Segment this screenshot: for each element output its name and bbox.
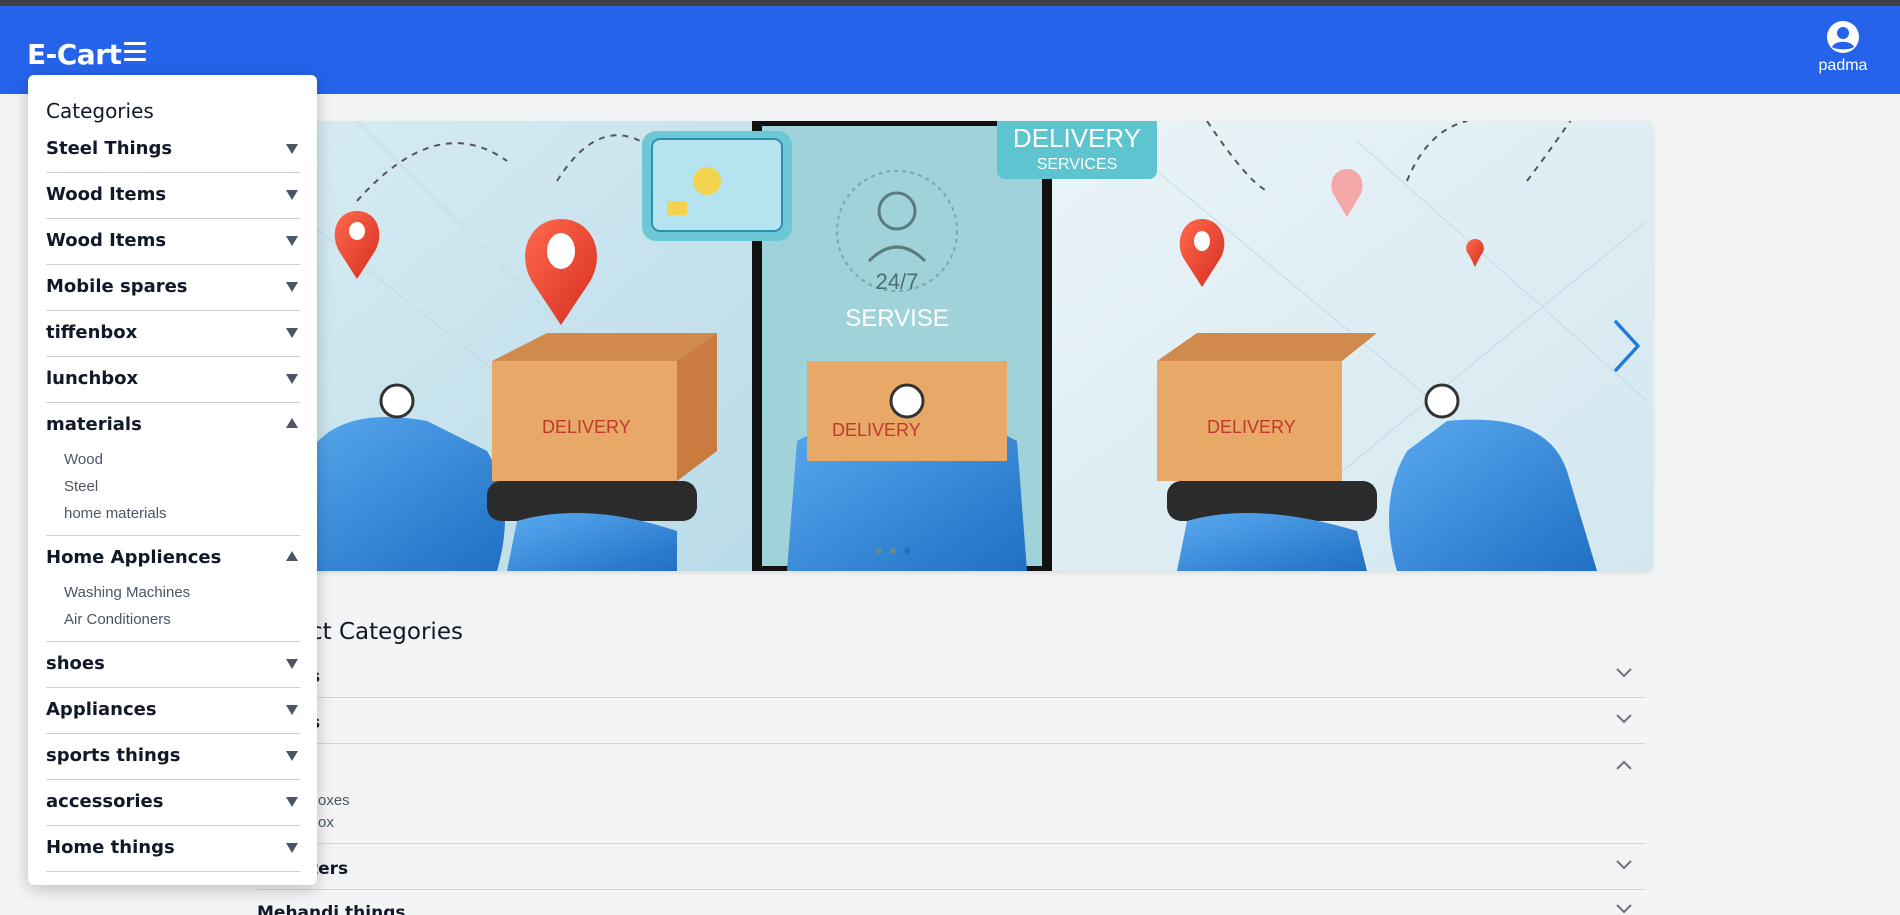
category-label: Wood Items: [46, 184, 167, 205]
chevron-down-icon: [1616, 714, 1632, 724]
caret-down-icon: [286, 236, 298, 246]
category-item-shoes[interactable]: shoes: [46, 642, 300, 688]
caret-down-icon: [286, 190, 298, 200]
subcategory-link[interactable]: Wood: [64, 446, 300, 473]
category-label: Appliances: [46, 699, 157, 720]
product-category-row[interactable]: s: [257, 706, 1645, 744]
category-item-home-appliences[interactable]: Home Appliences Washing Machines Air Con…: [46, 536, 300, 642]
chevron-up-icon: [1616, 760, 1632, 770]
category-item-appliances[interactable]: Appliances: [46, 688, 300, 734]
categories-menu-title: Categories: [46, 99, 154, 123]
brand-logo[interactable]: E-Cart: [27, 38, 122, 71]
caret-down-icon: [286, 374, 298, 384]
banner-text-delivery-top: DELIVERY: [1013, 123, 1141, 153]
chevron-right-icon[interactable]: [1610, 318, 1644, 374]
category-item-sports-things[interactable]: sports things: [46, 734, 300, 780]
category-label: Steel Things: [46, 138, 173, 159]
category-item-wood-items-2[interactable]: Wood Items: [46, 219, 300, 265]
category-label: tiffenbox: [46, 322, 138, 343]
subcategory-link[interactable]: Washing Machines: [64, 579, 300, 606]
product-subcategory-link[interactable]: oxes: [318, 792, 350, 809]
caret-down-icon: [286, 751, 298, 761]
category-label: accessories: [46, 791, 164, 812]
subcategory-link[interactable]: Steel: [64, 473, 300, 500]
banner-carousel: DELIVERY SERVICES 24/7 SERVISE DELIVERY: [257, 121, 1653, 571]
category-label: Home Appliences: [46, 547, 222, 568]
product-subcategory-link[interactable]: ox: [318, 814, 334, 831]
caret-up-icon: [286, 551, 298, 561]
username-label: padma: [1818, 57, 1868, 74]
user-circle-icon: [1827, 21, 1859, 53]
category-item-steel-things[interactable]: Steel Things: [46, 127, 300, 173]
product-category-row[interactable]: s: [257, 660, 1645, 698]
product-category-row-expanded[interactable]: [257, 752, 1645, 844]
category-label: Mobile spares: [46, 276, 188, 297]
caret-down-icon: [286, 328, 298, 338]
banner-text-delivery-1: DELIVERY: [542, 417, 631, 437]
category-item-accessories[interactable]: accessories: [46, 780, 300, 826]
category-label: shoes: [46, 653, 105, 674]
chevron-down-icon: [1616, 860, 1632, 870]
category-label: lunchbox: [46, 368, 139, 389]
category-item-materials[interactable]: materials Wood Steel home materials: [46, 403, 300, 536]
category-item-tiffenbox[interactable]: tiffenbox: [46, 311, 300, 357]
subcategory-link[interactable]: home materials: [64, 500, 300, 527]
banner-text-247: 24/7: [876, 269, 919, 294]
category-item-home-things[interactable]: Home things: [46, 826, 300, 872]
carousel-dot-1[interactable]: [876, 548, 882, 554]
subcategory-link[interactable]: Air Conditioners: [64, 606, 300, 633]
category-item-wood-items[interactable]: Wood Items: [46, 173, 300, 219]
banner-text-servise: SERVISE: [845, 305, 949, 332]
category-label: materials: [46, 414, 142, 435]
category-item-mobile-spares[interactable]: Mobile spares: [46, 265, 300, 311]
caret-up-icon: [286, 418, 298, 428]
product-categories-heading: ct Categories: [310, 619, 463, 645]
caret-down-icon: [286, 843, 298, 853]
hamburger-icon[interactable]: [124, 42, 148, 62]
delivery-banner-image: DELIVERY SERVICES 24/7 SERVISE DELIVERY: [257, 121, 1653, 571]
carousel-dot-2[interactable]: [890, 548, 896, 554]
categories-menu-list: Steel Things Wood Items Wood Items Mobil…: [46, 127, 300, 872]
caret-down-icon: [286, 144, 298, 154]
caret-down-icon: [286, 282, 298, 292]
product-category-row[interactable]: ters: [257, 852, 1645, 890]
category-label: Wood Items: [46, 230, 167, 251]
category-item-lunchbox[interactable]: lunchbox: [46, 357, 300, 403]
product-category-row[interactable]: Mehandi things: [257, 896, 1645, 915]
chevron-down-icon: [1616, 668, 1632, 678]
banner-text-delivery-2: DELIVERY: [832, 420, 921, 440]
categories-dropdown-menu: Categories Steel Things Wood Items Wood …: [28, 75, 317, 885]
caret-down-icon: [286, 659, 298, 669]
caret-down-icon: [286, 705, 298, 715]
carousel-dot-3[interactable]: [904, 548, 910, 554]
banner-text-services: SERVICES: [1037, 156, 1118, 173]
category-label: Home things: [46, 837, 175, 858]
category-label: sports things: [46, 745, 181, 766]
profile-button[interactable]: padma: [1808, 20, 1878, 75]
chevron-down-icon: [1616, 904, 1632, 914]
product-category-label: Mehandi things: [257, 903, 406, 915]
banner-text-delivery-3: DELIVERY: [1207, 417, 1296, 437]
caret-down-icon: [286, 797, 298, 807]
